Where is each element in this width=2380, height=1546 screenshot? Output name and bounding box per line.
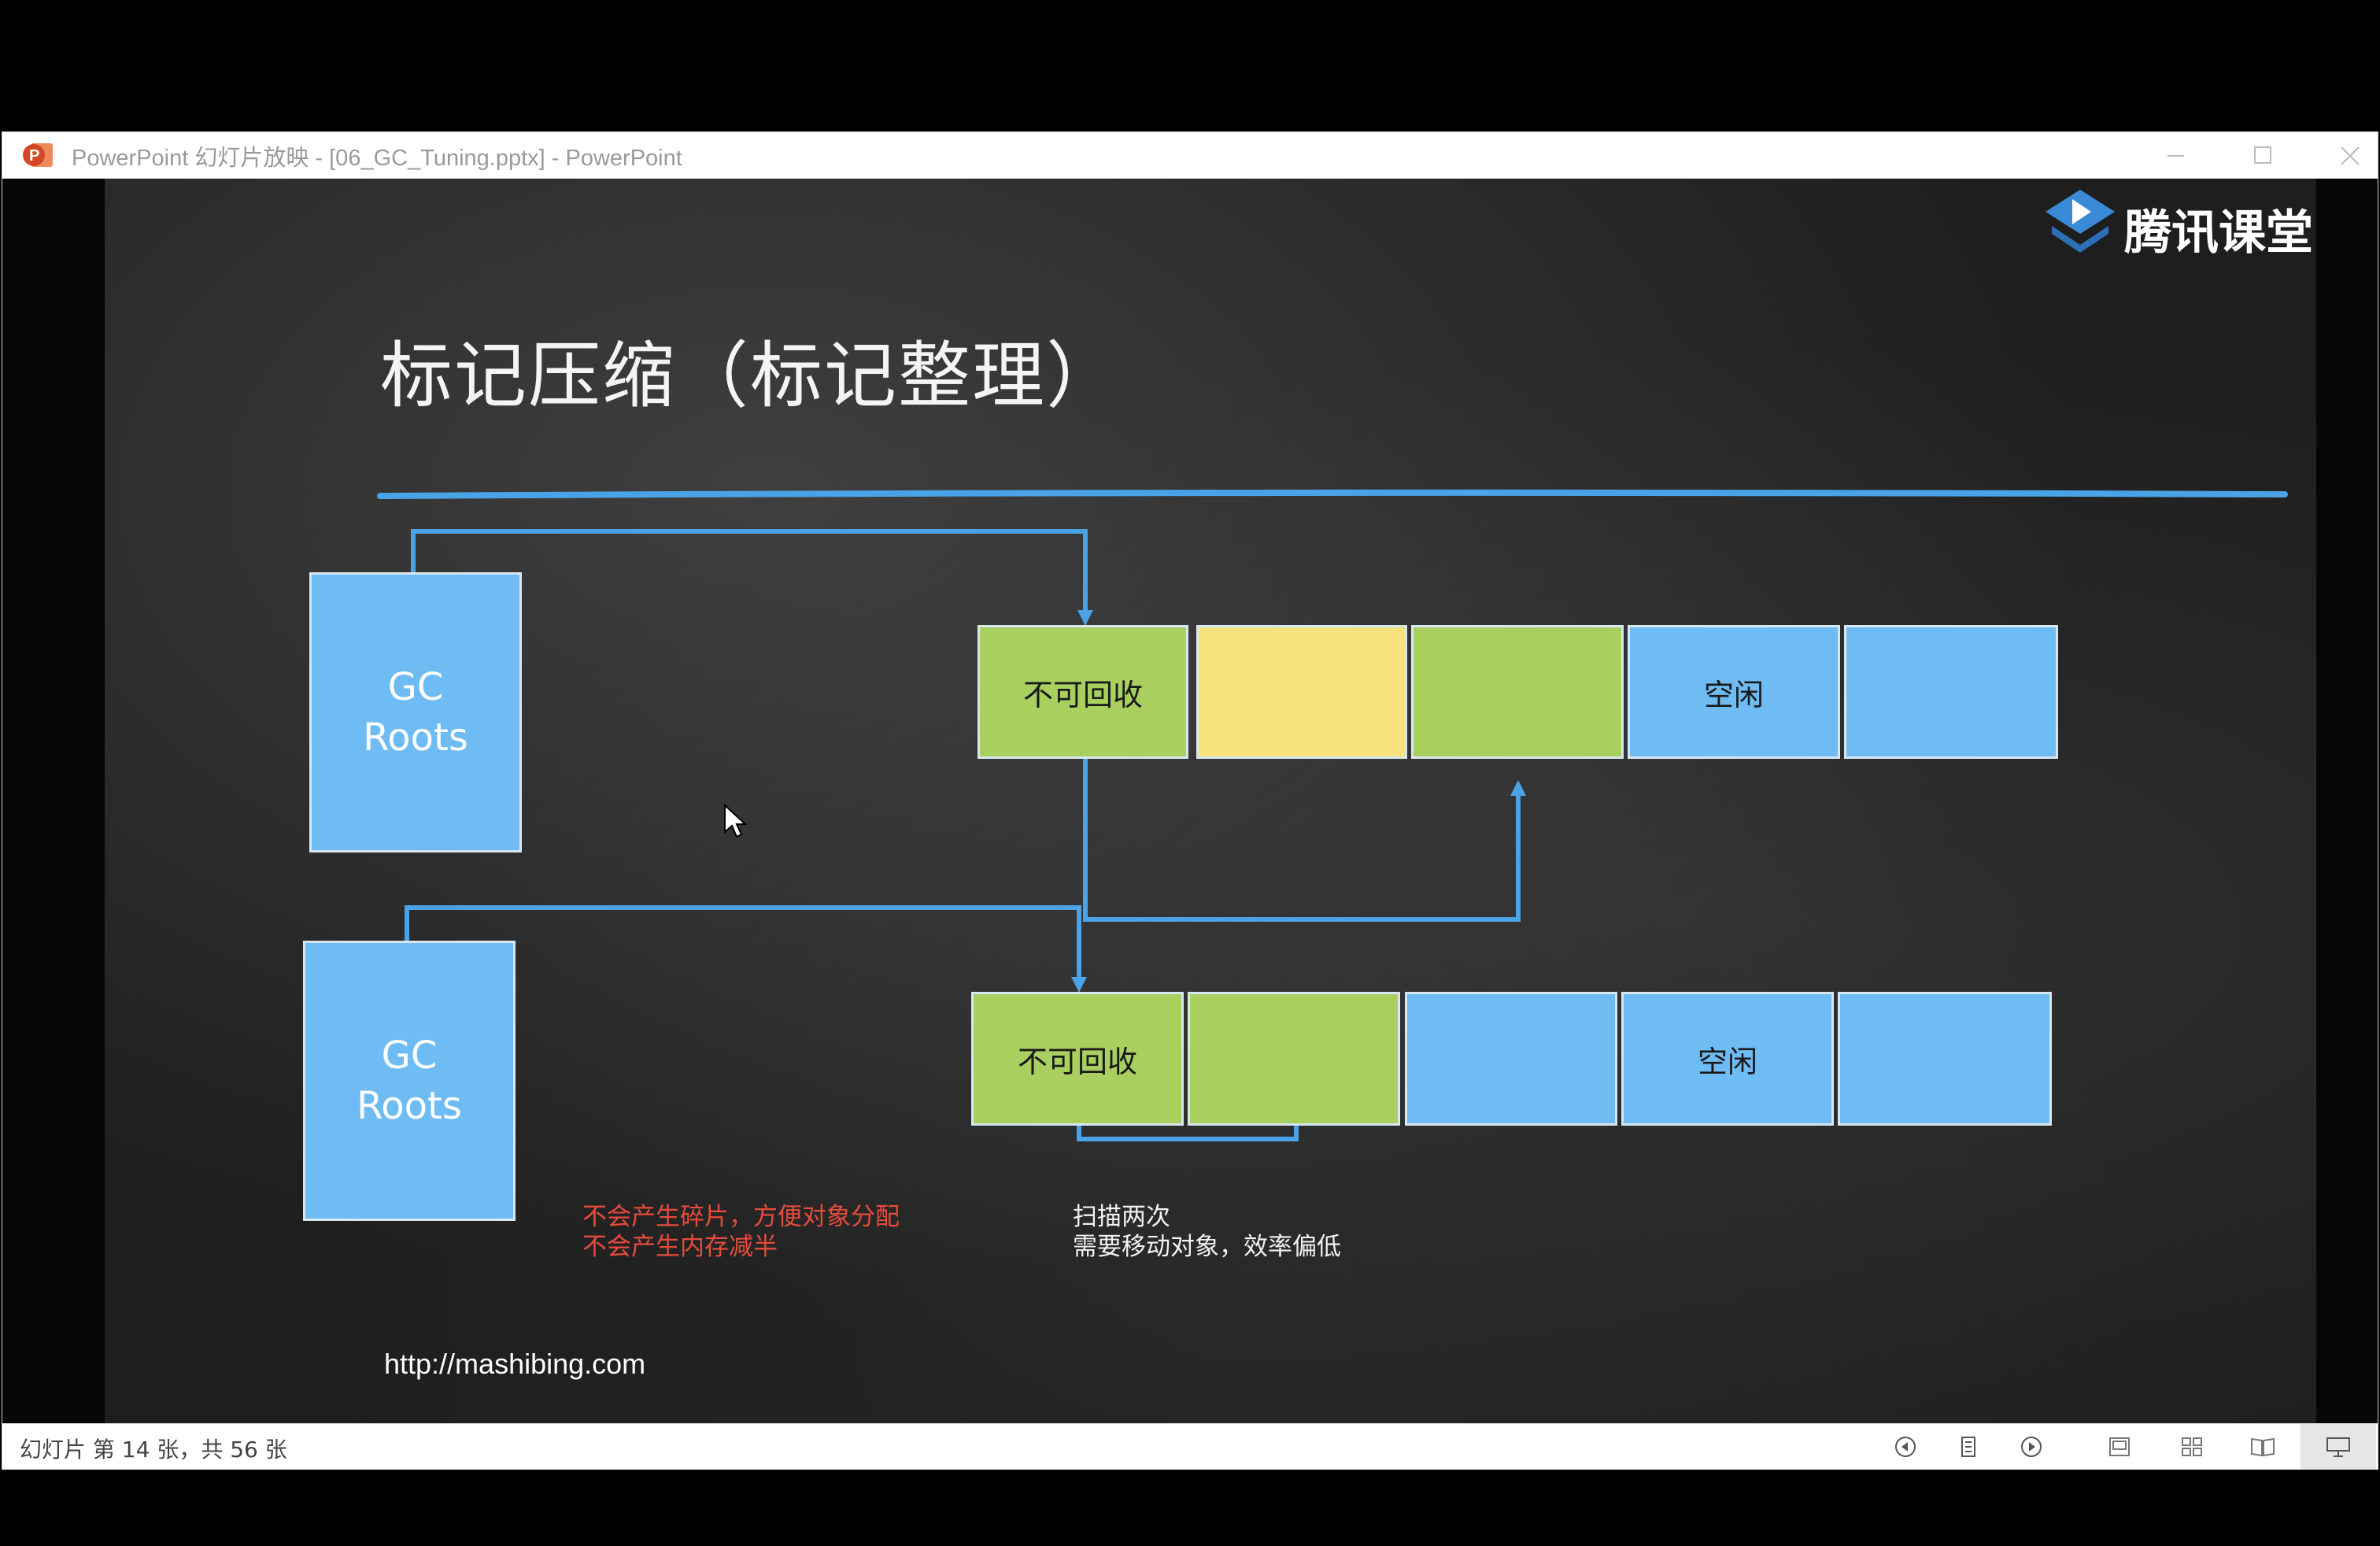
logo-text: 腾讯课堂 [2124,205,2313,261]
title-underline [377,489,2288,499]
powerpoint-window: P PowerPoint 幻灯片放映 - [06_GC_Tuning.pptx]… [2,131,2378,1470]
memory-cell [1196,625,1407,759]
minimize-button[interactable] [2132,132,2219,178]
slideshow-icon [2326,1437,2350,1457]
gc-roots-label-line2: Roots [363,716,468,760]
slide-sorter-icon[interactable] [2176,1432,2208,1462]
memory-cell [1844,625,2058,759]
cell-label: 不可回收 [1022,677,1143,712]
memory-cell [1411,625,1624,759]
next-icon[interactable] [2016,1432,2047,1462]
memory-cell [1188,992,1400,1126]
gc-roots-label-line1: GC [387,665,444,709]
maximize-button[interactable] [2219,132,2305,178]
memory-cell-free: 空闲 [1621,992,1834,1126]
cons-note: 扫描两次 需要移动对象，效率偏低 [1073,1202,1341,1262]
title-bar: P PowerPoint 幻灯片放映 - [06_GC_Tuning.pptx]… [2,132,2378,179]
memory-cell [1405,992,1617,1126]
powerpoint-icon: P [23,143,53,167]
menu-icon[interactable] [1953,1432,1984,1462]
pros-line: 不会产生内存减半 [582,1233,778,1261]
memory-cell [1838,992,2052,1126]
slideshow-button[interactable] [2301,1424,2376,1470]
slide-url: http://mashibing.com [384,1348,646,1380]
gc-roots-label-line1: GC [381,1034,438,1078]
memory-cell-unreclaimable: 不可回收 [978,625,1188,759]
cons-line: 需要移动对象，效率偏低 [1073,1233,1341,1261]
svg-text:P: P [29,147,39,165]
pros-note: 不会产生碎片，方便对象分配 不会产生内存减半 [582,1202,900,1262]
cell-label: 空闲 [1703,677,1764,712]
normal-view-icon[interactable] [2104,1432,2135,1462]
memory-cell-free: 空闲 [1628,625,1840,759]
mouse-cursor-icon [724,804,747,838]
reading-view-icon[interactable] [2247,1432,2278,1462]
arrowhead [1510,780,1526,796]
window-title: PowerPoint 幻灯片放映 - [06_GC_Tuning.pptx] -… [72,146,682,171]
gc-roots-label-line2: Roots [357,1084,462,1128]
arrowhead [1071,977,1087,993]
cons-line: 扫描两次 [1073,1203,1170,1231]
cell-label: 不可回收 [1017,1044,1137,1079]
previous-icon[interactable] [1890,1432,1921,1462]
slide[interactable]: 腾讯课堂 标记压缩（标记整理） GC Roots 不可回收 空闲 GC Root… [105,179,2316,1423]
arrowhead [1077,610,1093,626]
pros-line: 不会产生碎片，方便对象分配 [582,1203,900,1231]
memory-cell-unreclaimable: 不可回收 [971,992,1184,1126]
slide-title: 标记压缩（标记整理） [380,334,1121,418]
tencent-play-icon [2046,190,2115,253]
status-bar: 幻灯片 第 14 张，共 56 张 [2,1423,2378,1470]
cell-label: 空闲 [1697,1044,1757,1079]
top-move-arrow [1083,736,1521,922]
close-button[interactable] [2305,132,2380,178]
slide-counter: 幻灯片 第 14 张，共 56 张 [20,1437,287,1463]
slideshow-area[interactable]: 腾讯课堂 标记压缩（标记整理） GC Roots 不可回收 空闲 GC Root… [2,179,2378,1423]
gc-roots-box: GC Roots [309,572,522,853]
gc-roots-box: GC Roots [303,941,516,1221]
